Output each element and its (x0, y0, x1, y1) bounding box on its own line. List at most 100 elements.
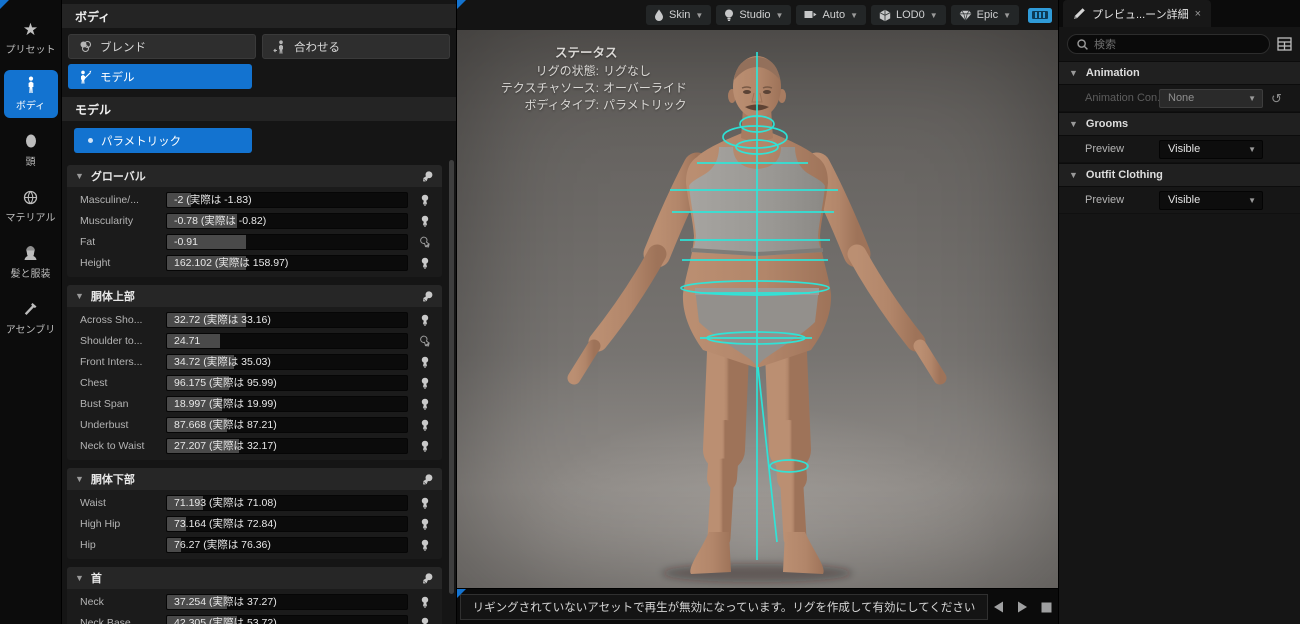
param-section-header[interactable]: ▼ グローバル (67, 165, 442, 187)
model-wand-icon (81, 70, 92, 84)
param-pin-button[interactable] (408, 596, 442, 608)
param-label: Neck to Waist (80, 439, 145, 452)
lod-dropdown-button[interactable]: LOD0 ▼ (871, 5, 946, 25)
param-section-header[interactable]: ▼ 首 (67, 567, 442, 589)
details-section-animation[interactable]: ▼ Animation (1059, 61, 1300, 85)
star-icon: ★ (22, 19, 39, 39)
param-slider[interactable]: 76.27 (実際は 76.36) (166, 536, 408, 553)
param-slider[interactable]: 87.668 (実際は 87.21) (166, 416, 408, 433)
param-slider[interactable]: 18.997 (実際は 19.99) (166, 395, 408, 412)
section-title: 首 (90, 573, 102, 585)
skin-dropdown-button[interactable]: Skin ▼ (645, 5, 712, 25)
screen-size-icon (804, 10, 817, 18)
previous-frame-button[interactable] (993, 601, 1004, 613)
param-slider[interactable]: 162.102 (実際は 158.97) (166, 254, 408, 271)
parametric-button[interactable]: パラメトリック (74, 128, 252, 153)
sidebar-item-hair-clothing[interactable]: 髪と服装 (4, 238, 58, 286)
param-pin-button[interactable] (408, 539, 442, 551)
model-button-label: モデル (100, 71, 135, 84)
param-slider[interactable]: -0.78 (実際は -0.82) (166, 212, 408, 229)
status-value: オーバーライド (603, 81, 687, 95)
pin-path (421, 314, 429, 326)
status-block: ステータス リグの状態: リグなし テクスチャソース: オーバーライド ボディタ… (471, 42, 687, 114)
param-slider[interactable]: 32.72 (実際は 33.16) (166, 311, 408, 328)
param-pin-button[interactable] (408, 518, 442, 530)
parametric-button-label: パラメトリック (101, 135, 182, 148)
param-pin-button[interactable] (408, 215, 442, 227)
tab-preview-scene-details[interactable]: プレビュ...ーン詳細 × (1063, 0, 1212, 27)
param-slider[interactable]: 27.207 (実際は 32.17) (166, 437, 408, 454)
sidebar-item-head[interactable]: 頭 (4, 126, 58, 174)
search-input[interactable]: 検索 (1067, 34, 1270, 54)
scene-3d[interactable]: ステータス リグの状態: リグなし テクスチャソース: オーバーライド ボディタ… (457, 30, 1058, 588)
stop-button[interactable] (1041, 602, 1052, 613)
vertical-scrollbar[interactable] (449, 160, 454, 594)
param-slider[interactable]: 96.175 (実際は 95.99) (166, 374, 408, 391)
chevron-down-icon: ▼ (75, 573, 84, 583)
param-slider[interactable]: 37.254 (実際は 37.27) (166, 593, 408, 610)
param-pin-button[interactable] (408, 398, 442, 410)
param-pin-button[interactable] (408, 617, 442, 624)
param-pin-button[interactable] (408, 335, 442, 347)
animation-controller-dropdown[interactable]: None ▼ (1159, 88, 1263, 108)
param-pin-button[interactable] (408, 440, 442, 452)
status-line: テクスチャソース: オーバーライド (471, 80, 687, 97)
param-pin-button[interactable] (408, 419, 442, 431)
details-row-grooms-preview: Preview Visible ▼ (1059, 136, 1300, 163)
pin-path (421, 617, 429, 624)
param-slider[interactable]: 71.193 (実際は 71.08) (166, 494, 408, 511)
sidebar-item-body[interactable]: ボディ (3, 70, 58, 118)
pin-icon[interactable] (421, 572, 434, 585)
shortcuts-button[interactable] (1028, 7, 1052, 23)
fit-icon (273, 39, 283, 54)
grooms-preview-dropdown[interactable]: Visible ▼ (1159, 139, 1263, 159)
param-pin-button[interactable] (408, 236, 442, 248)
sidebar-item-presets[interactable]: ★ プリセット (4, 14, 58, 62)
auto-dropdown-button[interactable]: Auto ▼ (796, 5, 866, 25)
studio-dropdown-button[interactable]: Studio ▼ (716, 5, 792, 25)
param-pin-button[interactable] (408, 257, 442, 269)
param-slider[interactable]: 24.71 (166, 332, 408, 349)
sidebar-item-material[interactable]: マテリアル (4, 182, 58, 230)
model-button[interactable]: モデル (68, 64, 252, 89)
person-icon (24, 76, 38, 94)
reset-to-default-icon[interactable]: ↺ (1271, 92, 1282, 105)
play-button[interactable] (1017, 601, 1028, 613)
param-value: -0.78 (実際は -0.82) (174, 214, 267, 227)
blend-button[interactable]: ブレンド (68, 34, 256, 59)
view-options-icon[interactable] (1277, 37, 1292, 51)
param-pin-button[interactable] (408, 377, 442, 389)
param-slider[interactable]: -0.91 (166, 233, 408, 250)
param-pin-button[interactable] (408, 314, 442, 326)
pin-icon[interactable] (421, 290, 434, 303)
sidebar-item-assembly[interactable]: アセンブリ (4, 294, 58, 342)
param-slider[interactable]: 42.305 (実際は 53.72) (166, 614, 408, 624)
details-section-outfit-clothing[interactable]: ▼ Outfit Clothing (1059, 163, 1300, 187)
param-value: 37.254 (実際は 37.27) (174, 595, 277, 608)
pin-icon[interactable] (421, 170, 434, 183)
pin-icon[interactable] (421, 473, 434, 486)
param-row: Neck Base 42.305 (実際は 53.72) (67, 612, 442, 624)
quality-dropdown-button[interactable]: Epic ▼ (950, 5, 1019, 25)
status-title: ステータス (555, 46, 618, 60)
param-pin-button[interactable] (408, 356, 442, 368)
param-pin-button[interactable] (408, 194, 442, 206)
param-row: Front Inters... 34.72 (実際は 35.03) (67, 351, 442, 372)
param-section-header[interactable]: ▼ 胴体下部 (67, 468, 442, 490)
param-section-header[interactable]: ▼ 胴体上部 (67, 285, 442, 307)
pin-path (421, 215, 429, 227)
param-label: Neck Base (80, 616, 131, 624)
viewport-toolbar: Skin ▼ Studio ▼ Auto ▼ LOD0 ▼ Epic ▼ (457, 0, 1058, 30)
fit-button[interactable]: 合わせる (262, 34, 450, 59)
param-slider[interactable]: 73.164 (実際は 72.84) (166, 515, 408, 532)
sidebar-item-label: プリセット (5, 45, 56, 56)
param-pin-button[interactable] (408, 497, 442, 509)
outfit-preview-dropdown[interactable]: Visible ▼ (1159, 190, 1263, 210)
sidebar-item-label: アセンブリ (5, 325, 56, 336)
details-section-grooms[interactable]: ▼ Grooms (1059, 112, 1300, 136)
param-slider[interactable]: 34.72 (実際は 35.03) (166, 353, 408, 370)
close-icon[interactable]: × (1195, 8, 1201, 20)
param-slider[interactable]: -2 (実際は -1.83) (166, 191, 408, 208)
chevron-down-icon: ▼ (695, 10, 704, 20)
pin-icon (421, 194, 429, 206)
